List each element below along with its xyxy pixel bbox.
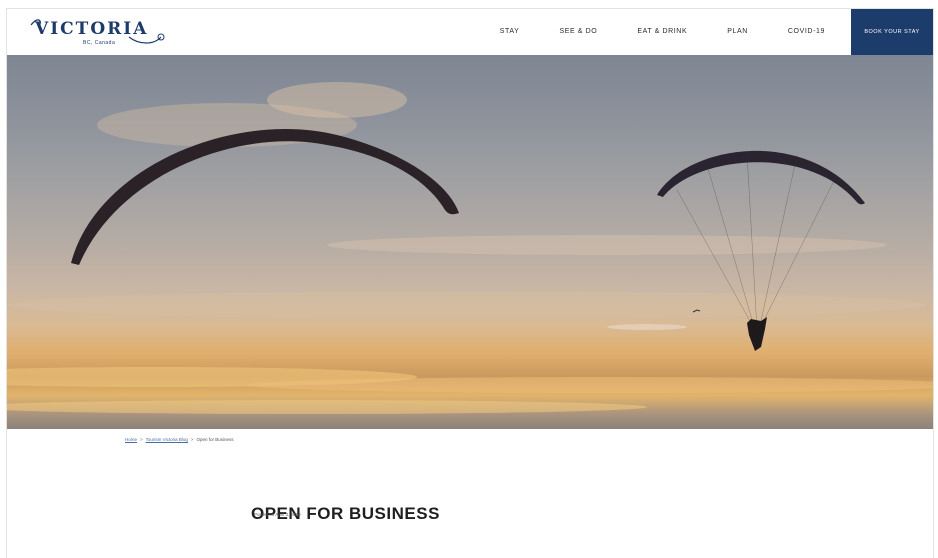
paragliders-illustration — [7, 82, 933, 414]
site-logo[interactable]: VICTORIA BC, Canada — [29, 15, 169, 51]
breadcrumb-current: Open for Business — [196, 437, 234, 442]
breadcrumb-separator: > — [140, 437, 143, 442]
page: VICTORIA BC, Canada STAY SEE & DO EAT & … — [6, 8, 934, 558]
logo-wordmark: VICTORIA — [35, 19, 149, 39]
breadcrumb: Home > Tourism Victoria Blog > Open for … — [125, 437, 234, 442]
nav-eat-drink[interactable]: EAT & DRINK — [617, 9, 707, 55]
post-date: Posted on April 3, 2020 — [254, 512, 301, 517]
breadcrumb-blog[interactable]: Tourism Victoria Blog — [146, 437, 188, 442]
site-header: VICTORIA BC, Canada STAY SEE & DO EAT & … — [7, 9, 933, 55]
breadcrumb-home[interactable]: Home — [125, 437, 137, 442]
nav-stay[interactable]: STAY — [480, 9, 540, 55]
nav-plan[interactable]: PLAN — [707, 9, 768, 55]
nav-covid-19[interactable]: COVID-19 — [768, 9, 845, 55]
breadcrumb-separator: > — [190, 437, 194, 442]
hero-image — [7, 55, 933, 429]
logo-subtext: BC, Canada — [83, 40, 116, 46]
main-nav: STAY SEE & DO EAT & DRINK PLAN COVID-19 … — [480, 9, 933, 55]
nav-see-do[interactable]: SEE & DO — [539, 9, 617, 55]
book-your-stay-button[interactable]: BOOK YOUR STAY — [851, 9, 933, 55]
